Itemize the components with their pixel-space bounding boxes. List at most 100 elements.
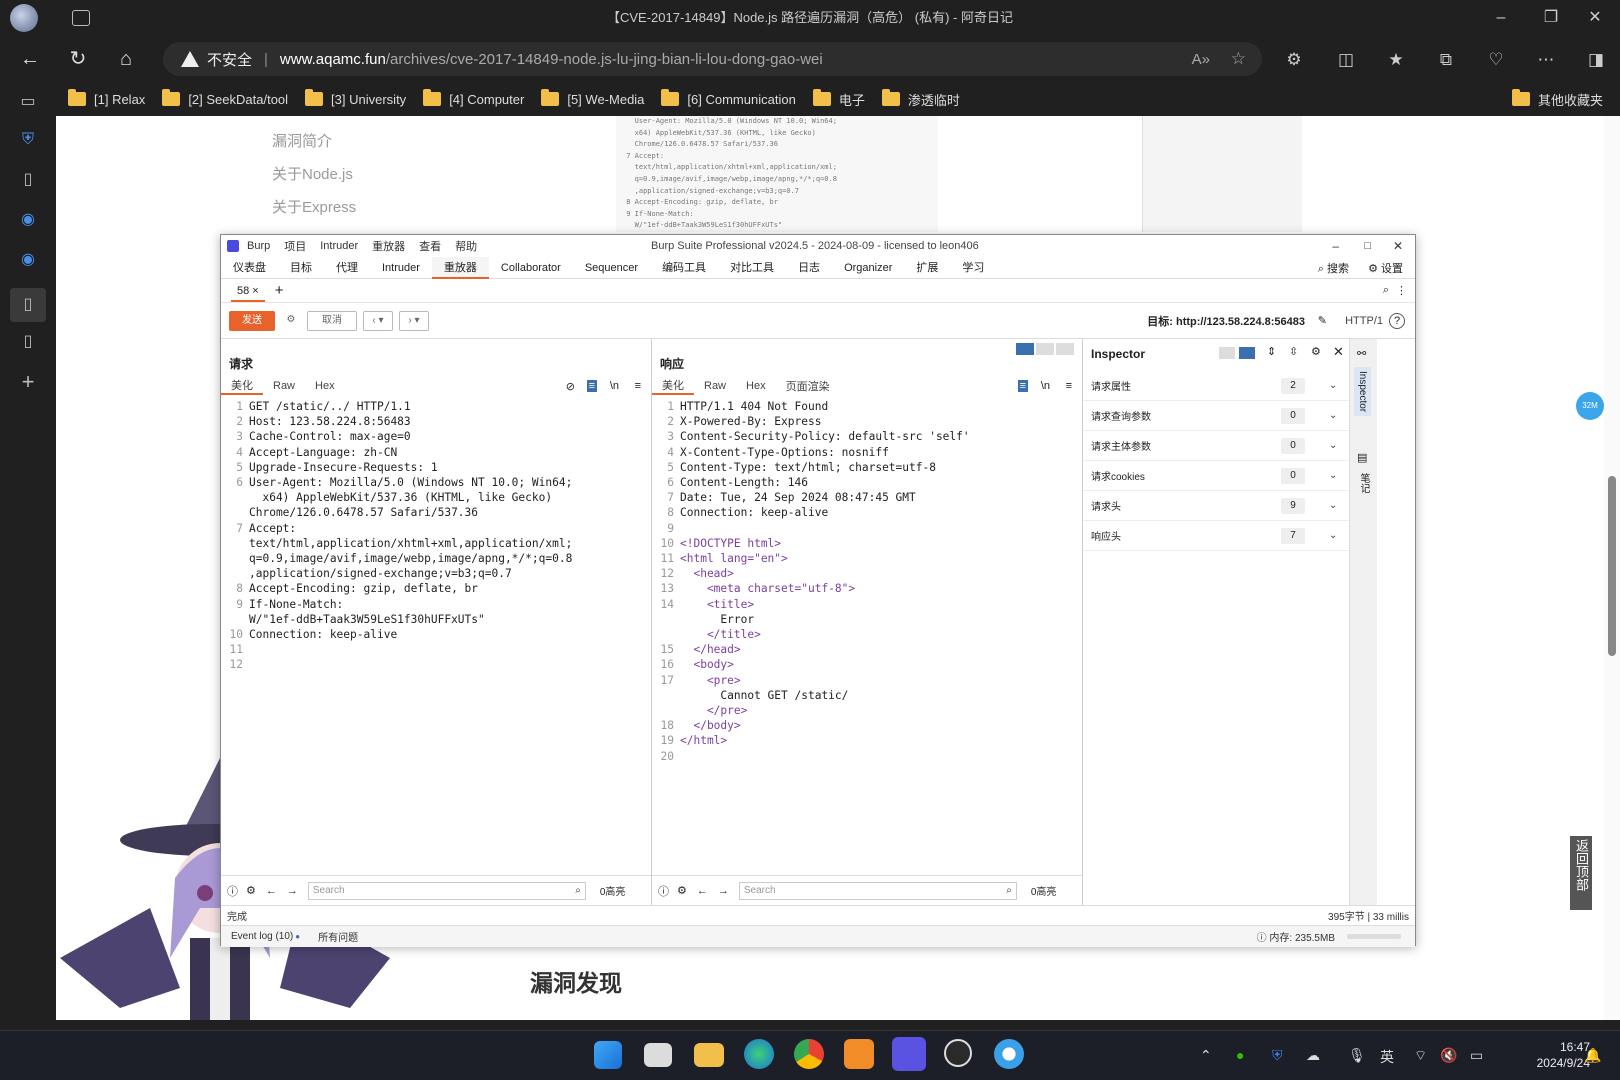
menu-project[interactable]: 项目 <box>284 238 306 254</box>
address-bar[interactable]: 不安全 | www.aqamc.fun/archives/cve-2017-14… <box>163 42 1262 76</box>
tray-chevron-up-icon[interactable]: ⌃ <box>1200 1047 1212 1064</box>
tab-decoder[interactable]: 编码工具 <box>650 257 718 279</box>
bookmark-folder[interactable]: [4] Computer <box>423 89 524 107</box>
response-editor[interactable]: 1 HTTP/1.1 404 Not Found 2 X-Powered-By: Ex… <box>652 397 1082 857</box>
request-tab-pretty[interactable]: 美化 <box>221 377 263 395</box>
toc-item[interactable]: 漏洞简介 <box>272 130 332 151</box>
tab-target[interactable]: 目标 <box>278 257 324 279</box>
wrap-icon[interactable]: ≡ <box>586 380 597 392</box>
next-match-icon[interactable]: → <box>287 885 298 897</box>
minimize-button[interactable]: – <box>1476 0 1526 36</box>
burp-settings-button[interactable]: ⚙ 设置 <box>1368 260 1403 276</box>
response-tab-render[interactable]: 页面渲染 <box>776 378 840 394</box>
wechat-icon[interactable]: ● <box>1236 1047 1244 1063</box>
tab-logger[interactable]: 日志 <box>786 257 832 279</box>
more-menu-icon[interactable]: ⋯ <box>1530 44 1562 76</box>
tab-sequencer[interactable]: Sequencer <box>573 257 650 279</box>
volume-muted-icon[interactable]: 🔇 <box>1440 1047 1457 1064</box>
search-icon[interactable]: ⌕ <box>1383 284 1389 297</box>
floating-bubble[interactable]: 32M <box>1576 392 1604 420</box>
prev-match-icon[interactable]: ← <box>266 885 277 897</box>
collapse-icon[interactable]: ⇳ <box>1289 345 1298 358</box>
split-screen-icon[interactable]: ◫ <box>1330 44 1362 76</box>
security-tray-icon[interactable]: ⛨ <box>1272 1047 1283 1064</box>
back-to-top-button[interactable]: 返回顶部 <box>1570 836 1592 910</box>
tab-comparer[interactable]: 对比工具 <box>718 257 786 279</box>
inspector-layout-active-icon[interactable] <box>1239 347 1255 359</box>
menu-icon[interactable]: ≡ <box>635 380 641 392</box>
restore-button[interactable]: ❐ <box>1526 0 1576 36</box>
toc-item[interactable]: 关于Node.js <box>272 163 353 184</box>
request-tab-raw[interactable]: Raw <box>263 380 305 392</box>
tab-repeater[interactable]: 重放器 <box>431 256 489 279</box>
start-windows-icon[interactable] <box>594 1041 622 1069</box>
menu-burp[interactable]: Burp <box>247 240 270 252</box>
eye-icon[interactable]: ◉ <box>16 208 40 232</box>
wifi-icon[interactable]: ⌔ <box>1414 1047 1427 1065</box>
settings-gear-icon[interactable]: ⚙ <box>246 884 256 897</box>
inspector-row[interactable]: 请求属性 2 ⌄ <box>1083 371 1349 401</box>
edit-target-pencil-icon[interactable]: ✎ <box>1318 314 1327 327</box>
settings-gear-icon[interactable]: ⚙ <box>281 311 301 331</box>
notification-bell-icon[interactable]: 🔔 <box>1584 1047 1601 1064</box>
active-page-icon[interactable]: ▯ <box>10 288 46 322</box>
bookmark-folder[interactable]: 电子 <box>812 89 865 109</box>
inspector-tab-icon[interactable]: ⚯ <box>1357 347 1366 360</box>
refresh-icon[interactable]: ↻ <box>62 43 94 75</box>
inspector-vertical-tab[interactable]: Inspector <box>1354 367 1371 417</box>
inspector-layout-icon[interactable] <box>1219 347 1235 359</box>
help-icon[interactable]: ⓘ <box>658 883 669 899</box>
eye-icon[interactable]: ◉ <box>16 248 40 272</box>
add-tab-icon[interactable]: + <box>275 282 284 299</box>
burp-minimize-button[interactable]: – <box>1332 239 1339 253</box>
response-tab-pretty[interactable]: 美化 <box>652 377 694 395</box>
help-icon[interactable]: ? <box>1389 312 1405 329</box>
tab-learn[interactable]: 学习 <box>950 257 996 279</box>
tab-proxy[interactable]: 代理 <box>324 257 370 279</box>
settings-gear-icon[interactable]: ⚙ <box>677 884 687 897</box>
page-scrollbar[interactable] <box>1604 116 1620 1020</box>
burp-suite-taskbar-icon[interactable] <box>892 1037 926 1071</box>
sidebar-toggle-icon[interactable]: ◨ <box>1580 44 1612 76</box>
bookmark-folder[interactable]: 渗透临时 <box>881 89 960 109</box>
menu-repeater[interactable]: 重放器 <box>372 238 405 254</box>
add-icon[interactable]: + <box>16 370 40 394</box>
menu-intruder[interactable]: Intruder <box>320 240 358 252</box>
burp-maximize-button[interactable]: □ <box>1364 240 1371 252</box>
task-view-icon[interactable] <box>644 1043 672 1067</box>
favorites-icon[interactable]: ★ <box>1380 44 1412 76</box>
help-icon[interactable]: ⓘ <box>227 883 238 899</box>
sidebar-tab-icon[interactable]: ▭ <box>16 90 40 114</box>
chrome-canary-icon[interactable] <box>994 1039 1024 1069</box>
bookmark-folder[interactable]: [2] SeekData/tool <box>162 89 288 107</box>
history-back-button[interactable]: ‹ ▾ <box>363 310 393 331</box>
home-icon[interactable]: ⌂ <box>110 43 142 75</box>
request-search-input[interactable]: Search ⌕ <box>307 881 586 900</box>
close-button[interactable]: ✕ <box>1570 0 1620 36</box>
send-button[interactable]: 发送 <box>229 310 275 331</box>
burp-search-button[interactable]: ⌕ 搜索 <box>1318 260 1349 276</box>
read-aloud-icon[interactable]: A» <box>1192 51 1210 68</box>
prev-match-icon[interactable]: ← <box>697 885 708 897</box>
repeater-tab-58[interactable]: 58 × <box>231 280 265 302</box>
notes-vertical-tab[interactable]: 笔记 <box>1356 473 1371 493</box>
other-bookmarks[interactable]: 其他收藏夹 <box>1512 89 1603 109</box>
chrome-icon[interactable] <box>794 1039 824 1069</box>
inspector-row[interactable]: 请求头 9 ⌄ <box>1083 491 1349 521</box>
app-icon[interactable] <box>844 1039 874 1069</box>
menu-icon[interactable]: ≡ <box>1066 380 1072 392</box>
newline-icon[interactable]: \n <box>610 380 619 392</box>
shield-icon[interactable]: ⛨ <box>16 128 40 152</box>
wrap-icon[interactable]: ≡ <box>1017 380 1028 392</box>
bookmark-folder[interactable]: [6] Communication <box>661 89 796 107</box>
scroll-thumb[interactable] <box>1608 476 1616 656</box>
tab-intruder[interactable]: Intruder <box>370 257 432 279</box>
performance-icon[interactable]: ♡ <box>1480 44 1512 76</box>
settings-gear-icon[interactable]: ⚙ <box>1311 345 1321 358</box>
tab-extensions[interactable]: 扩展 <box>904 257 950 279</box>
bookmark-folder[interactable]: [3] University <box>305 89 406 107</box>
tab-collaborator[interactable]: Collaborator <box>489 257 573 279</box>
request-tab-hex[interactable]: Hex <box>305 380 345 392</box>
menu-help[interactable]: 帮助 <box>455 238 477 254</box>
response-tab-hex[interactable]: Hex <box>736 380 776 392</box>
